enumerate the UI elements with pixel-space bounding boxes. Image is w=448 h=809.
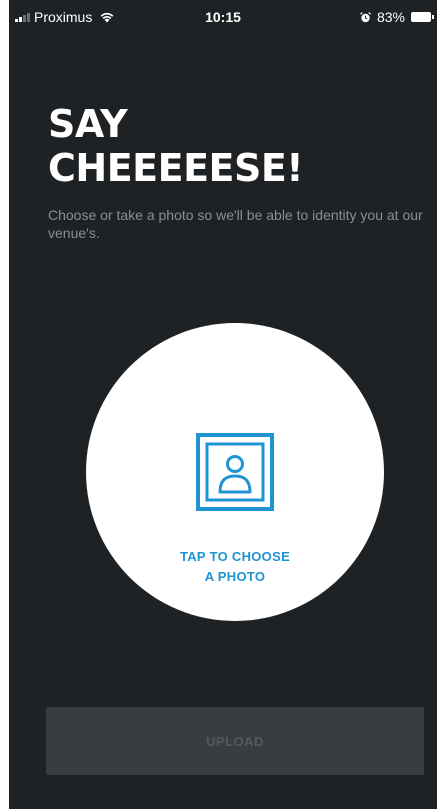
page-subtitle: Choose or take a photo so we'll be able … (48, 207, 423, 241)
app-view: Proximus 10:15 83% SAY CHEEEEESE! Choose… (9, 0, 437, 809)
battery-percent: 83% (376, 9, 405, 25)
page-title: SAY CHEEEEESE! (48, 102, 428, 190)
choose-photo-label-line-2: A PHOTO (204, 569, 266, 584)
choose-photo-label-line-1: TAP TO CHOOSE (179, 549, 291, 564)
choose-photo-button[interactable]: TAP TO CHOOSE A PHOTO (86, 323, 384, 621)
battery-icon (411, 12, 434, 22)
choose-photo-label: TAP TO CHOOSE A PHOTO (135, 547, 335, 587)
upload-button[interactable]: UPLOAD (46, 707, 424, 775)
screen: Proximus 10:15 83% SAY CHEEEEESE! Choose… (0, 0, 448, 809)
title-line-2: CHEEEEESE! (48, 146, 304, 190)
title-line-1: SAY (48, 102, 128, 146)
status-bar: Proximus 10:15 83% (9, 0, 437, 34)
portrait-photo-icon (196, 433, 274, 511)
alarm-icon (360, 11, 371, 22)
status-right: 83% (360, 9, 434, 25)
